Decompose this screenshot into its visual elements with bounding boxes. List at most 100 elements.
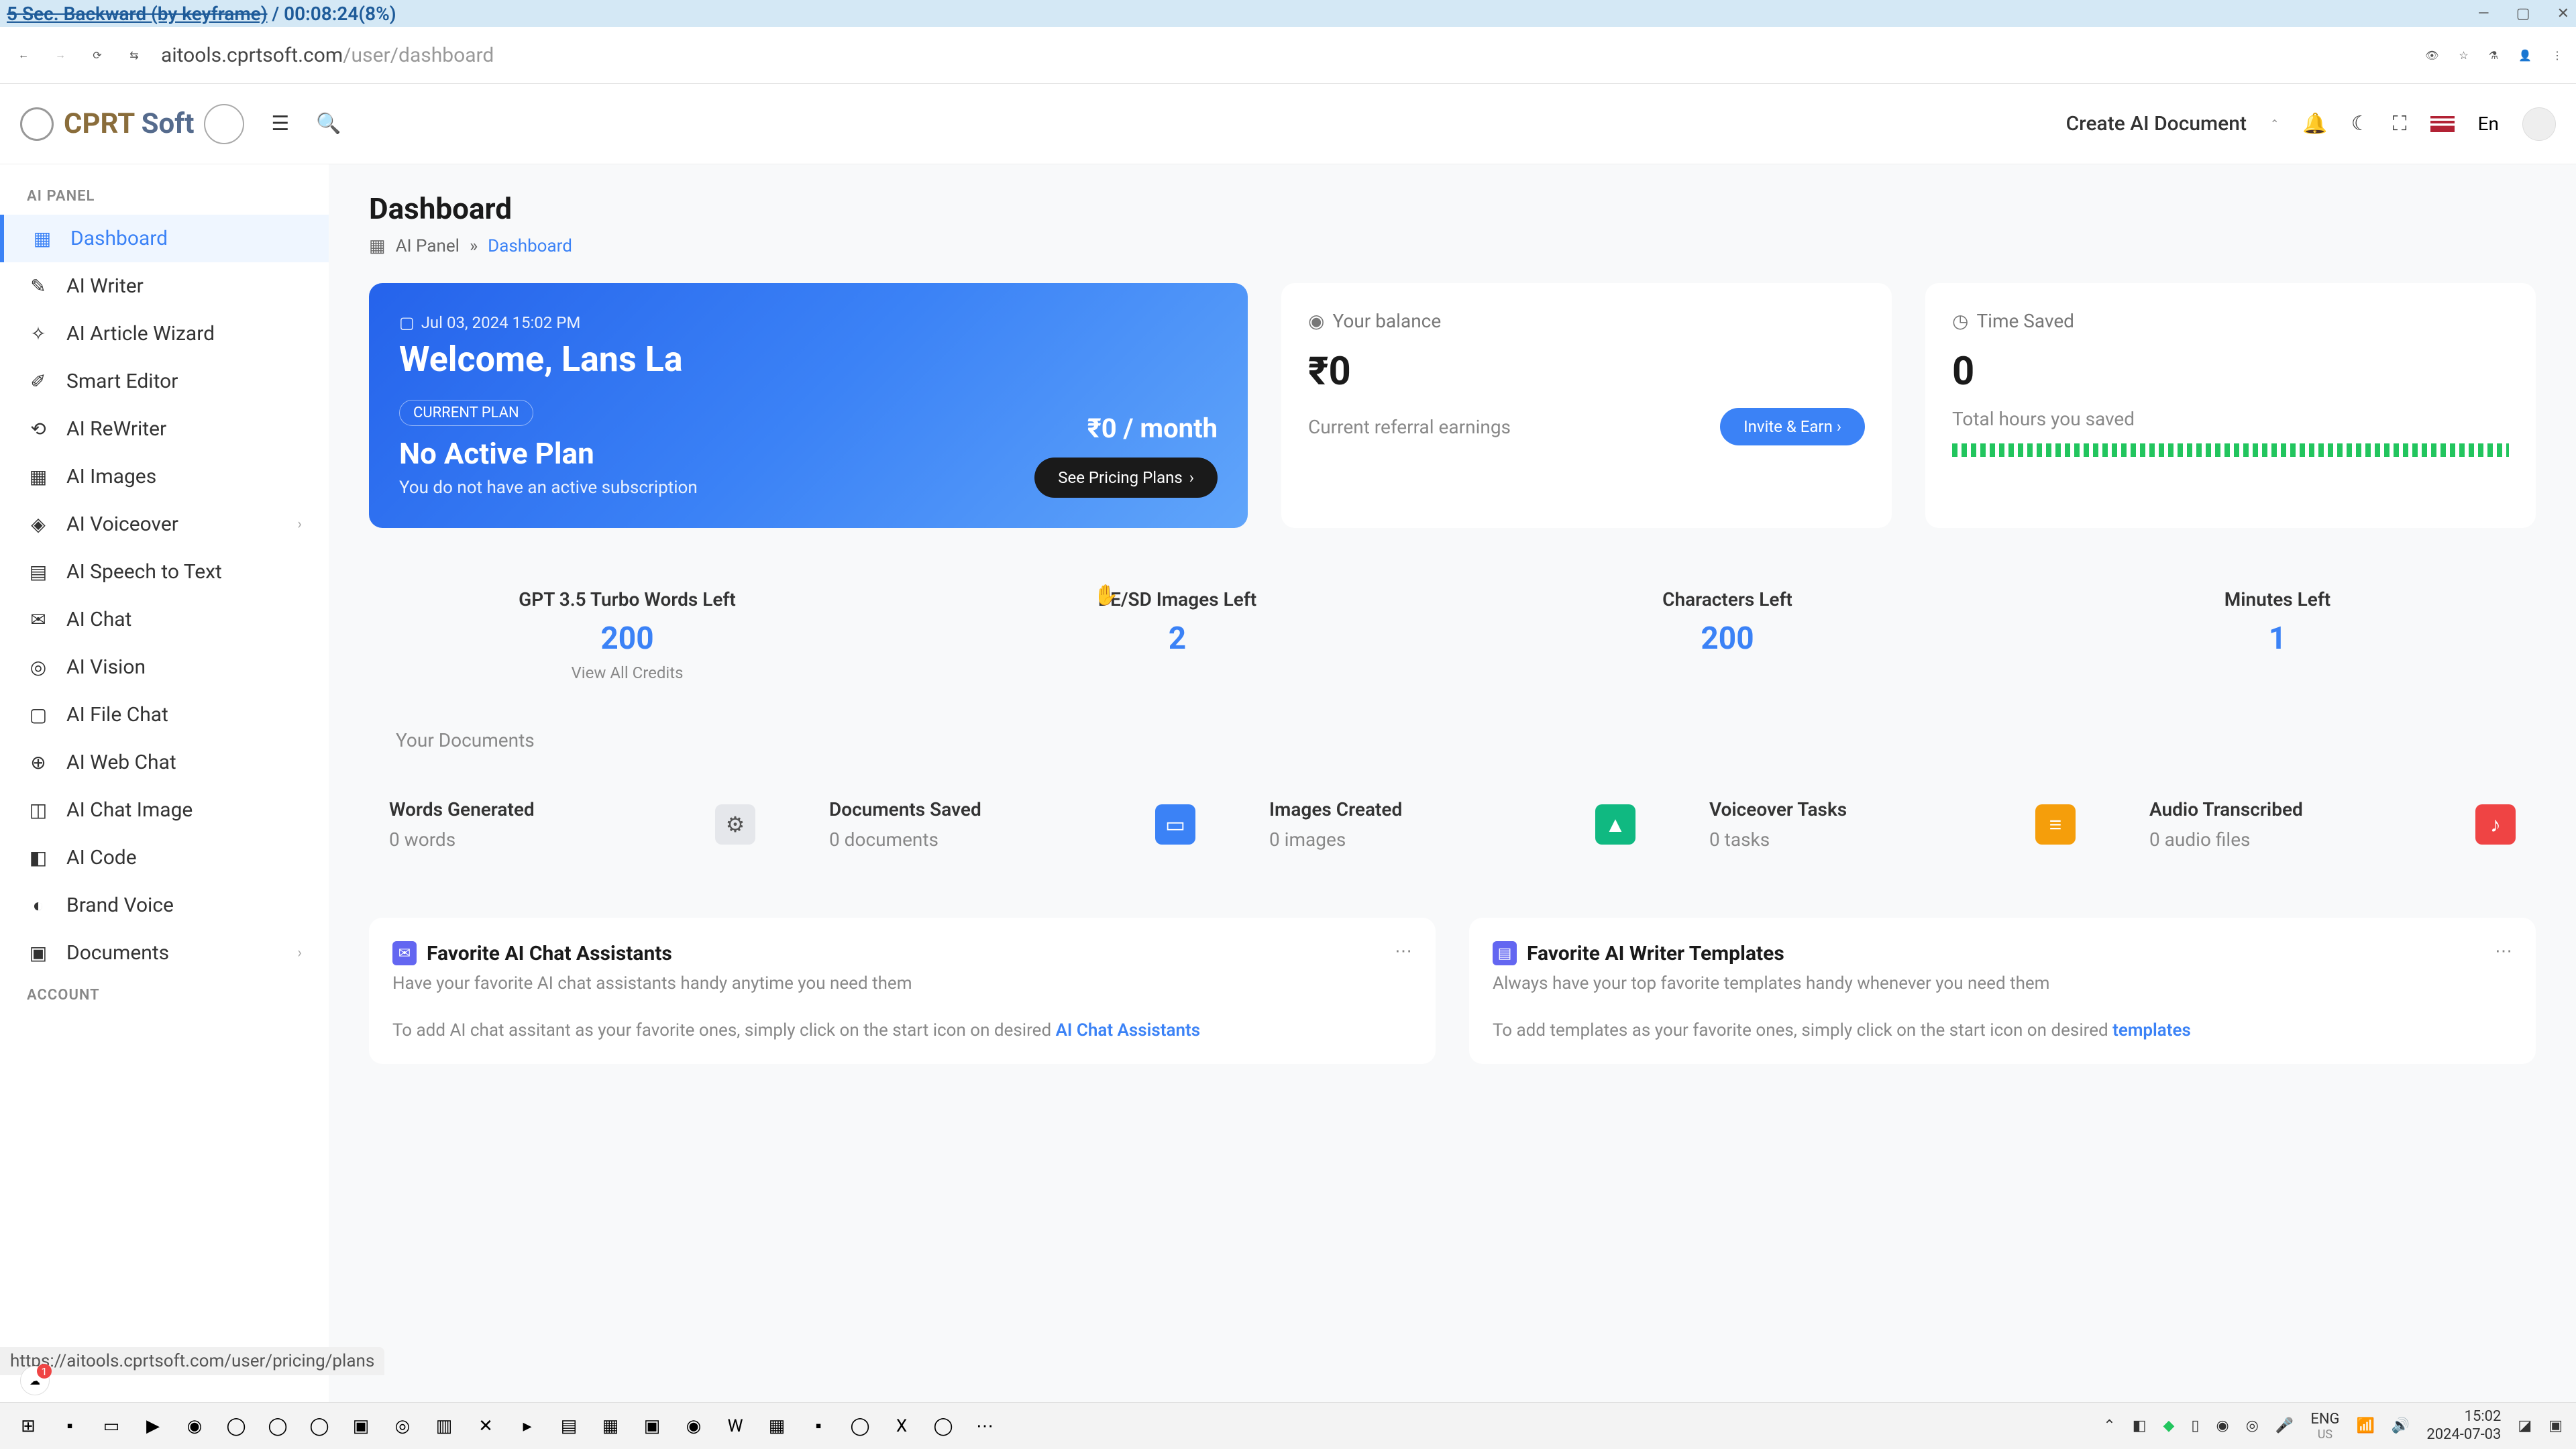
sidebar-item-smart-editor[interactable]: ✐Smart Editor: [0, 358, 329, 405]
taskbar-app-icon[interactable]: ▶: [138, 1411, 168, 1441]
user-avatar[interactable]: [2522, 107, 2556, 141]
address-bar[interactable]: aitools.cprtsoft.com/user/dashboard: [161, 44, 2408, 67]
sidebar-item-ai-chat-image[interactable]: ◫AI Chat Image: [0, 786, 329, 834]
taskbar-clock[interactable]: 15:02 2024-07-03: [2426, 1408, 2501, 1444]
tray-icon[interactable]: ◆: [2163, 1417, 2174, 1434]
favorite-link[interactable]: templates: [2112, 1020, 2191, 1040]
browser-reload-icon[interactable]: ⟳: [87, 45, 107, 65]
stat-label: Voiceover Tasks: [1709, 798, 1847, 820]
taskbar-app-icon[interactable]: X: [887, 1411, 916, 1441]
taskbar-app-icon[interactable]: W: [720, 1411, 750, 1441]
tray-icon[interactable]: ▣: [2548, 1417, 2563, 1434]
sidebar-section-ai-panel: AI PANEL: [0, 178, 329, 215]
sidebar-item-ai-vision[interactable]: ◎AI Vision: [0, 643, 329, 691]
sidebar-item-ai-web-chat[interactable]: ⊕AI Web Chat: [0, 739, 329, 786]
create-ai-document-button[interactable]: Create AI Document: [2066, 112, 2247, 136]
create-chevron-icon[interactable]: ⌃: [2270, 117, 2279, 130]
sidebar-item-brand-voice[interactable]: ◐Brand Voice: [0, 881, 329, 929]
sidebar-icon: ◫: [27, 799, 50, 822]
breadcrumb-root[interactable]: AI Panel: [396, 236, 460, 256]
browser-back-icon[interactable]: ←: [13, 45, 34, 65]
taskbar-app-icon[interactable]: ⊞: [13, 1411, 43, 1441]
sidebar-item-ai-voiceover[interactable]: ◈AI Voiceover›: [0, 500, 329, 548]
plan-name: No Active Plan: [399, 436, 698, 471]
search-icon[interactable]: 🔍: [316, 112, 341, 136]
labs-icon[interactable]: ⚗: [2489, 49, 2498, 62]
sidebar-item-ai-speech-to-text[interactable]: ▤AI Speech to Text: [0, 548, 329, 596]
taskbar-app-icon[interactable]: ✕: [471, 1411, 500, 1441]
bookmark-icon[interactable]: ☆: [2459, 49, 2468, 62]
wallet-icon: ◉: [1308, 310, 1324, 332]
taskbar-app-icon[interactable]: ⋯: [970, 1411, 1000, 1441]
favorite-link[interactable]: AI Chat Assistants: [1056, 1020, 1201, 1040]
sidebar-icon: ✉: [27, 608, 50, 631]
view-all-credits-link[interactable]: View All Credits: [369, 663, 885, 682]
taskbar-app-icon[interactable]: ◉: [679, 1411, 708, 1441]
language-flag-icon[interactable]: [2430, 116, 2455, 132]
taskbar-app-icon[interactable]: ▪: [55, 1411, 85, 1441]
tray-icon[interactable]: ◪: [2518, 1417, 2532, 1434]
taskbar-app-icon[interactable]: ▪: [804, 1411, 833, 1441]
tray-mic-icon[interactable]: 🎤: [2275, 1417, 2294, 1434]
tray-wifi-icon[interactable]: 📶: [2357, 1417, 2375, 1434]
taskbar-app-icon[interactable]: ◯: [928, 1411, 958, 1441]
sidebar-icon: ▢: [27, 704, 50, 727]
taskbar-app-icon[interactable]: ▭: [97, 1411, 126, 1441]
tray-chevron-icon[interactable]: ⌃: [2103, 1417, 2115, 1434]
taskbar-app-icon[interactable]: ◎: [388, 1411, 417, 1441]
stat-label: Documents Saved: [829, 798, 981, 820]
sidebar-item-ai-images[interactable]: ▦AI Images: [0, 453, 329, 500]
tray-icon[interactable]: ◉: [2216, 1417, 2229, 1434]
window-minimize-icon[interactable]: —: [2478, 5, 2489, 22]
taskbar-app-icon[interactable]: ▥: [429, 1411, 459, 1441]
taskbar-app-icon[interactable]: ▦: [762, 1411, 792, 1441]
invite-earn-button[interactable]: Invite & Earn ›: [1720, 408, 1865, 445]
sidebar-item-label: AI Code: [66, 846, 137, 869]
tray-volume-icon[interactable]: 🔊: [2392, 1417, 2410, 1434]
window-close-icon[interactable]: ✕: [2557, 5, 2569, 22]
sidebar-item-ai-article-wizard[interactable]: ✧AI Article Wizard: [0, 310, 329, 358]
taskbar-app-icon[interactable]: ◯: [845, 1411, 875, 1441]
browser-menu-icon[interactable]: ⋮: [2552, 49, 2563, 62]
more-icon[interactable]: ⋯: [2495, 941, 2512, 961]
site-info-icon[interactable]: ⇆: [124, 45, 144, 65]
sidebar-item-ai-writer[interactable]: ✎AI Writer: [0, 262, 329, 310]
tray-icon[interactable]: ▯: [2191, 1417, 2199, 1434]
taskbar-app-icon[interactable]: ▣: [346, 1411, 376, 1441]
fullscreen-icon[interactable]: ⛶: [2393, 112, 2407, 136]
favorite-icon: ▤: [1493, 941, 1517, 965]
taskbar-app-icon[interactable]: ▦: [596, 1411, 625, 1441]
sidebar-item-ai-file-chat[interactable]: ▢AI File Chat: [0, 691, 329, 739]
profile-icon[interactable]: 👤: [2518, 49, 2532, 62]
taskbar-app-icon[interactable]: ◯: [305, 1411, 334, 1441]
logo[interactable]: CPRT Soft: [20, 104, 244, 144]
stat-label: Audio Transcribed: [2149, 798, 2303, 820]
taskbar-app-icon[interactable]: ▤: [554, 1411, 584, 1441]
language-label[interactable]: En: [2478, 113, 2499, 135]
notifications-icon[interactable]: 🔔: [2302, 112, 2327, 136]
sidebar-icon: ◐: [27, 894, 50, 917]
tray-icon[interactable]: ◎: [2246, 1417, 2259, 1434]
window-maximize-icon[interactable]: ▢: [2516, 5, 2530, 22]
sidebar-item-ai-rewriter[interactable]: ⟲AI ReWriter: [0, 405, 329, 453]
taskbar-app-icon[interactable]: ◉: [180, 1411, 209, 1441]
stat-item: Voiceover Tasks0 tasks≡: [1689, 785, 2096, 864]
taskbar-app-icon[interactable]: ◯: [263, 1411, 292, 1441]
sidebar-toggle-icon[interactable]: ☰: [271, 112, 289, 136]
browser-forward-icon[interactable]: →: [50, 45, 70, 65]
sidebar-item-dashboard[interactable]: ▦Dashboard: [0, 215, 329, 262]
incognito-icon[interactable]: 👁: [2425, 49, 2438, 62]
tray-icon[interactable]: ◧: [2133, 1417, 2147, 1434]
favorite-card: ⋯✉Favorite AI Chat AssistantsHave your f…: [369, 918, 1436, 1064]
more-icon[interactable]: ⋯: [1395, 941, 1412, 961]
dark-mode-icon[interactable]: ☾: [2351, 112, 2369, 136]
notification-bubble[interactable]: ☁: [20, 1366, 50, 1395]
sidebar-item-documents[interactable]: ▣Documents›: [0, 929, 329, 977]
sidebar-item-ai-chat[interactable]: ✉AI Chat: [0, 596, 329, 643]
taskbar-app-icon[interactable]: ▸: [513, 1411, 542, 1441]
taskbar-app-icon[interactable]: ▣: [637, 1411, 667, 1441]
sidebar-icon: ▣: [27, 942, 50, 965]
taskbar-app-icon[interactable]: ◯: [221, 1411, 251, 1441]
sidebar-item-ai-code[interactable]: ◧AI Code: [0, 834, 329, 881]
see-pricing-plans-button[interactable]: See Pricing Plans›: [1034, 458, 1218, 498]
